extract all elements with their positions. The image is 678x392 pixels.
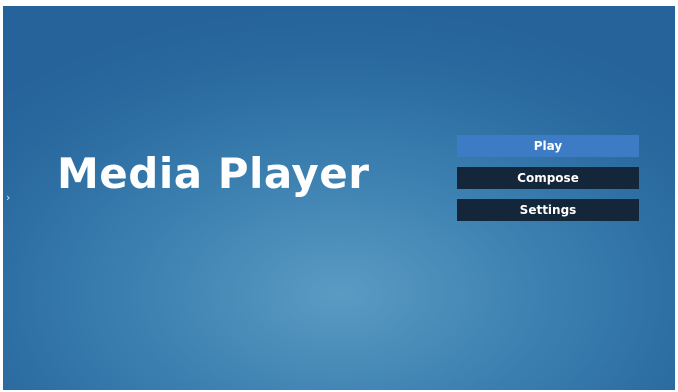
main-menu: Play Compose Settings (457, 135, 639, 231)
media-player-screen: › Media Player Play Compose Settings ‹ (3, 6, 675, 390)
play-button[interactable]: Play (457, 135, 639, 157)
chevron-left-icon[interactable]: ‹ (674, 192, 675, 204)
settings-button[interactable]: Settings (457, 199, 639, 221)
page-title: Media Player (57, 149, 370, 198)
screenshot-frame: › Media Player Play Compose Settings ‹ (0, 0, 678, 392)
chevron-right-icon[interactable]: › (6, 192, 10, 204)
compose-button[interactable]: Compose (457, 167, 639, 189)
